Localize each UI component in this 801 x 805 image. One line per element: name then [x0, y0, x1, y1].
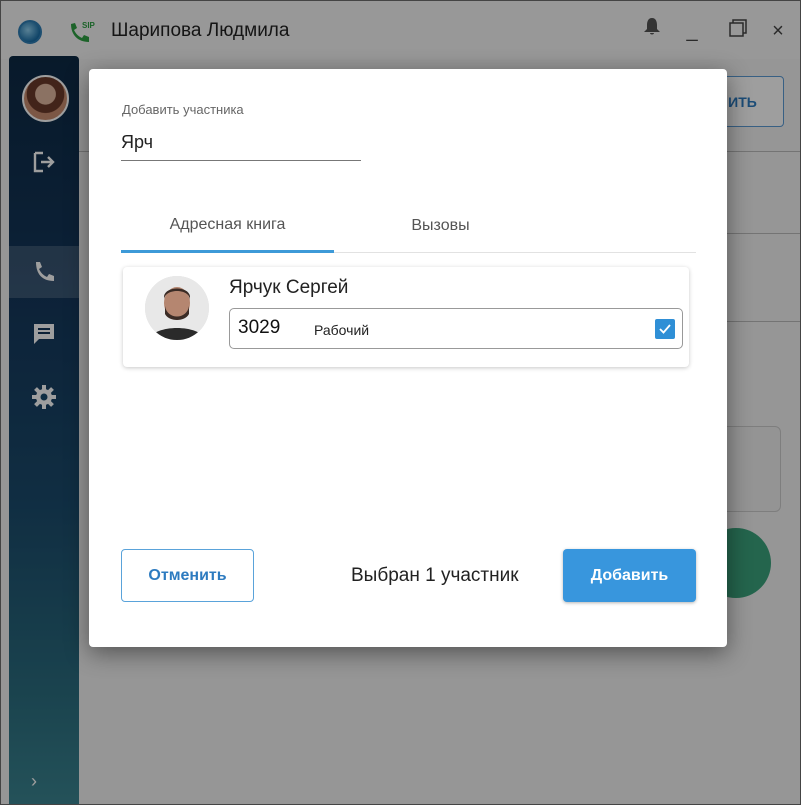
tab-address-book[interactable]: Адресная книга	[121, 199, 334, 253]
contact-avatar	[145, 276, 209, 340]
participant-field-label: Добавить участника	[122, 102, 244, 117]
phone-number: 3029	[238, 317, 281, 338]
cancel-button[interactable]: Отменить	[121, 549, 254, 602]
phone-type: Рабочий	[314, 322, 370, 338]
tab-calls[interactable]: Вызовы	[334, 199, 547, 253]
phone-number-option[interactable]: 3029 Рабочий	[229, 308, 683, 349]
contact-name: Ярчук Сергей	[229, 277, 349, 298]
selected-count-text: Выбран 1 участник	[351, 565, 519, 586]
app-window: SIP Шарипова Людмила _ × › ИТЬ Добавить …	[0, 0, 801, 805]
participant-search-input[interactable]	[121, 125, 361, 161]
phone-checkbox[interactable]	[655, 319, 675, 339]
check-icon	[659, 324, 671, 334]
tabs: Адресная книга Вызовы	[121, 199, 696, 253]
add-participant-dialog: Добавить участника Адресная книга Вызовы…	[89, 69, 727, 647]
contact-card[interactable]: Ярчук Сергей 3029 Рабочий	[123, 267, 689, 367]
add-button[interactable]: Добавить	[563, 549, 696, 602]
